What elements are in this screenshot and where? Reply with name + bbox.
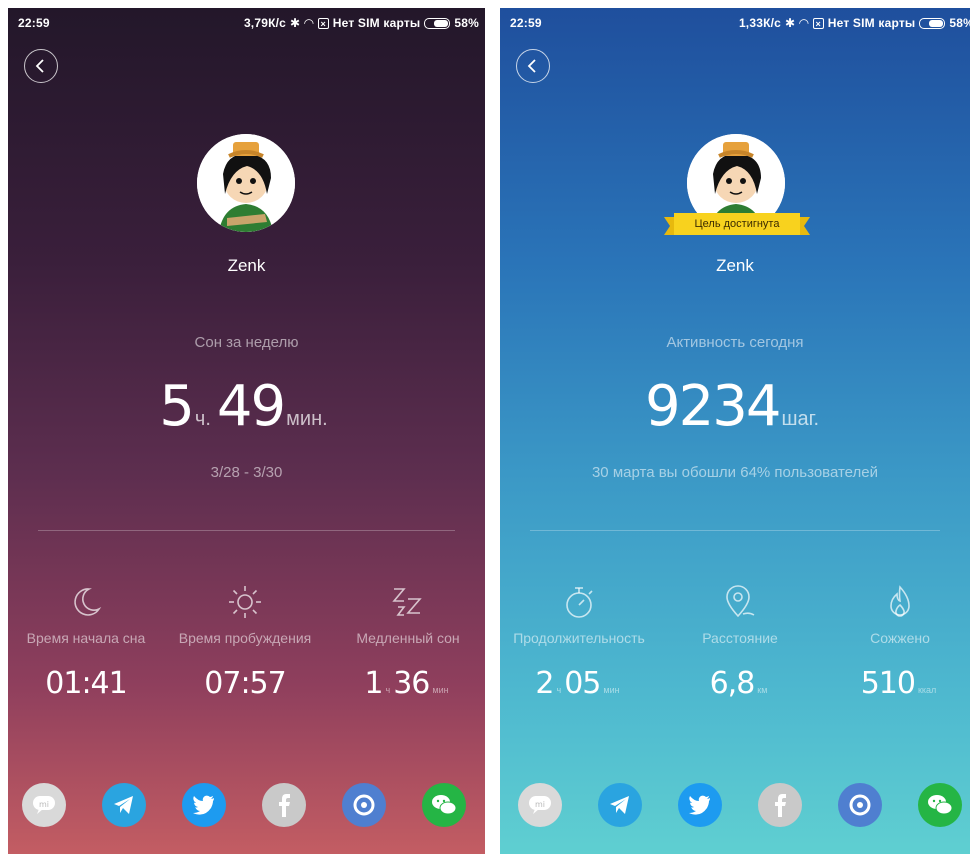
- sleep-total: 5 ч. 49 мин.: [8, 374, 485, 439]
- avatar[interactable]: [197, 134, 295, 232]
- stat-label: Время пробуждения: [178, 630, 312, 646]
- telegram-icon[interactable]: [102, 783, 146, 827]
- stat-unit: км: [757, 685, 768, 695]
- stat-unit-hours: ч: [556, 685, 562, 695]
- zzz-icon: [392, 588, 422, 616]
- status-bar: 22:59 1,33К/с ✱ ◠ × Нет SIM карты 58%: [510, 14, 970, 32]
- cartoon-avatar-icon: [197, 134, 295, 232]
- hours-unit: ч.: [194, 408, 211, 430]
- wechat-icon[interactable]: [422, 783, 466, 827]
- back-button[interactable]: [516, 49, 550, 83]
- stat-light-sleep: Медленный сон 1 ч 36 мин: [338, 582, 478, 701]
- stat-unit-hours: ч: [385, 685, 391, 695]
- goal-achieved-badge: Цель достигнута: [664, 213, 810, 235]
- twitter-icon[interactable]: [678, 783, 722, 827]
- stat-value-minutes: 05: [564, 666, 601, 701]
- stopwatch-icon: [566, 587, 593, 618]
- stat-unit: ккал: [917, 685, 937, 695]
- stat-value: 07:57: [204, 666, 286, 701]
- stat-label: Медленный сон: [356, 630, 460, 646]
- facebook-icon[interactable]: [758, 783, 802, 827]
- user-name: Zenk: [716, 256, 754, 275]
- stat-duration: Продолжительность 2 ч 05 мин: [500, 582, 658, 701]
- no-sim-icon: ×: [317, 17, 329, 29]
- location-pin-icon: [726, 585, 755, 618]
- status-bar: 22:59 3,79К/с ✱ ◠ × Нет SIM карты 58%: [18, 14, 479, 32]
- stat-value-minutes: 36: [393, 666, 430, 701]
- stat-sleep-start: Время начала сна 01:41: [14, 582, 158, 701]
- minutes-unit: мин.: [286, 408, 328, 430]
- wechat-icon[interactable]: [918, 783, 962, 827]
- camera-shutter-icon[interactable]: [838, 783, 882, 827]
- battery-icon: [424, 17, 451, 29]
- battery-percent: 58%: [454, 16, 479, 30]
- stat-value-hours: 1: [364, 666, 383, 701]
- battery-icon: [919, 17, 946, 29]
- sleep-screen: 22:59 3,79К/с ✱ ◠ × Нет SIM карты 58% Ze…: [8, 8, 485, 854]
- no-sim-icon: ×: [812, 17, 824, 29]
- stat-value: 6,8: [709, 666, 756, 701]
- user-name: Zenk: [227, 256, 266, 275]
- stat-value: 01:41: [45, 666, 127, 701]
- status-time: 22:59: [510, 16, 542, 30]
- mi-talk-icon[interactable]: mi: [518, 783, 562, 827]
- stat-value-hours: 2: [535, 666, 554, 701]
- wifi-icon: ◠: [304, 16, 314, 30]
- stat-label: Расстояние: [702, 630, 778, 646]
- section-caption: Сон за неделю: [194, 334, 299, 351]
- svg-text:mi: mi: [535, 800, 545, 809]
- section-caption: Активность сегодня: [666, 334, 804, 351]
- sleep-hours: 5: [159, 374, 195, 439]
- network-speed: 1,33К/с: [738, 16, 782, 30]
- stat-value: 510: [860, 666, 916, 701]
- activity-note: 30 марта вы обошли 64% пользователей: [591, 464, 879, 481]
- stat-distance: Расстояние 6,8 км: [670, 582, 810, 701]
- sun-icon: [229, 586, 261, 618]
- telegram-icon[interactable]: [598, 783, 642, 827]
- stat-label: Сожжено: [870, 630, 930, 646]
- stat-unit-minutes: мин: [432, 685, 449, 695]
- svg-text:mi: mi: [39, 800, 49, 809]
- camera-shutter-icon[interactable]: [342, 783, 386, 827]
- stat-unit-minutes: мин: [603, 685, 620, 695]
- share-bar: mi: [22, 783, 471, 827]
- share-bar: mi: [518, 783, 970, 827]
- battery-percent: 58%: [949, 16, 970, 30]
- twitter-icon[interactable]: [182, 783, 226, 827]
- mi-talk-icon[interactable]: mi: [22, 783, 66, 827]
- chevron-left-icon: [35, 59, 44, 73]
- stat-label: Время начала сна: [26, 630, 146, 646]
- facebook-icon[interactable]: [262, 783, 306, 827]
- steps-total: 9234 шаг.: [500, 374, 970, 439]
- divider: [38, 530, 455, 531]
- network-speed: 3,79К/с: [243, 16, 287, 30]
- moon-icon: [74, 588, 102, 616]
- bluetooth-icon: ✱: [290, 16, 301, 30]
- activity-screen: 22:59 1,33К/с ✱ ◠ × Нет SIM карты 58% Це…: [500, 8, 970, 854]
- date-range: 3/28 - 3/30: [210, 464, 283, 481]
- sleep-minutes: 49: [216, 374, 286, 439]
- stat-label: Продолжительность: [513, 630, 645, 646]
- flame-icon: [890, 585, 910, 617]
- divider: [530, 530, 940, 531]
- status-time: 22:59: [18, 16, 50, 30]
- wifi-icon: ◠: [799, 16, 809, 30]
- sim-status: Нет SIM карты: [827, 16, 916, 30]
- sim-status: Нет SIM карты: [332, 16, 421, 30]
- stat-wake-time: Время пробуждения 07:57: [164, 582, 326, 701]
- back-button[interactable]: [24, 49, 58, 83]
- stat-calories: Сожжено 510 ккал: [830, 582, 970, 701]
- steps-unit: шаг.: [781, 408, 820, 430]
- steps-count: 9234: [644, 374, 782, 439]
- bluetooth-icon: ✱: [785, 16, 796, 30]
- chevron-left-icon: [527, 59, 536, 73]
